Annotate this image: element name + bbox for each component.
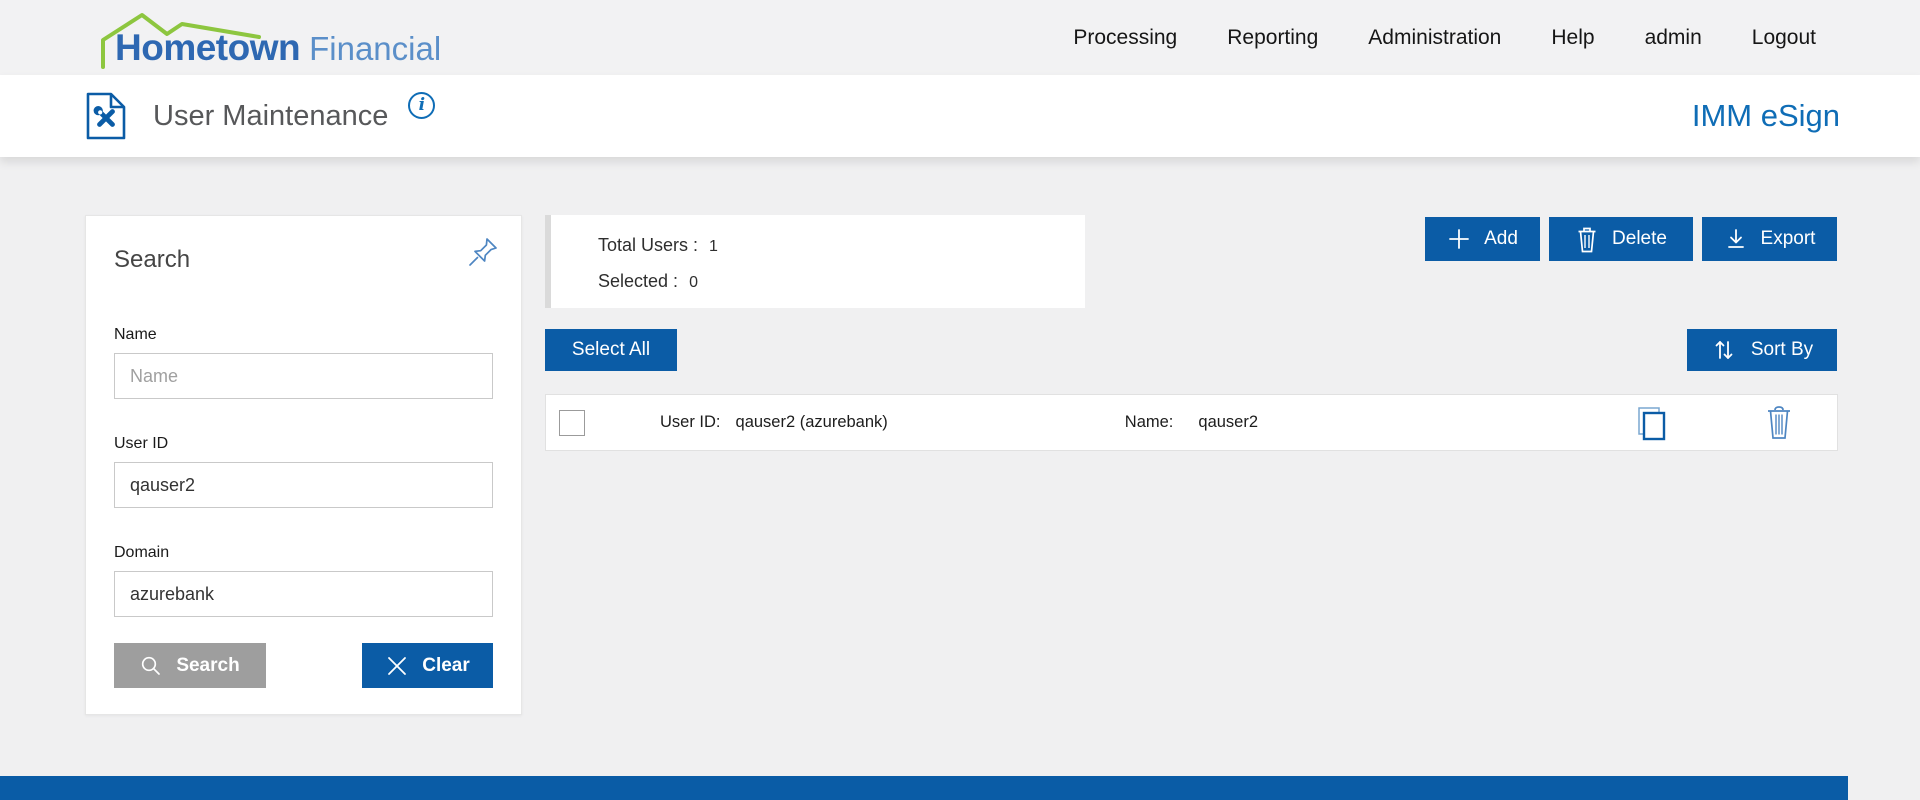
sort-by-label: Sort By — [1750, 339, 1814, 360]
user-maintenance-doc-tools-icon — [86, 92, 126, 140]
name-field-label: Name — [114, 326, 157, 343]
product-name: IMM eSign — [1691, 98, 1840, 133]
total-users-label: Total Users : — [598, 235, 699, 255]
nav-item-processing[interactable]: Processing — [1073, 26, 1177, 50]
selected-line: Selected : 0 — [598, 264, 1085, 300]
search-icon — [142, 656, 161, 675]
hometown-financial-logo[interactable]: Hometown Financial — [85, 3, 515, 73]
row-user-id-value: qauser2 (azurebank) — [735, 413, 888, 431]
search-panel: Search Name User ID Domain Search — [85, 215, 522, 715]
domain-field-label: Domain — [114, 544, 170, 561]
nav-item-logout[interactable]: Logout — [1752, 26, 1816, 50]
search-button-label: Search — [176, 654, 240, 676]
sort-by-button[interactable]: Sort By — [1687, 329, 1837, 371]
export-button[interactable]: Export — [1702, 217, 1837, 261]
row-name-value: qauser2 — [1198, 413, 1259, 431]
row-checkbox[interactable] — [559, 409, 585, 436]
page-header: User Maintenance i IMM eSign — [0, 75, 1920, 157]
copy-user-icon[interactable] — [1633, 404, 1669, 442]
summary-panel: Total Users : 1 Selected : 0 — [545, 215, 1085, 308]
nav-item-help[interactable]: Help — [1551, 26, 1594, 50]
logo-text-light: Financial — [309, 29, 442, 67]
sort-arrows-icon — [1715, 341, 1733, 359]
export-button-label: Export — [1760, 228, 1816, 249]
total-users-line: Total Users : 1 — [598, 228, 1085, 264]
trash-icon — [1578, 227, 1596, 252]
main-content: Search Name User ID Domain Search — [0, 157, 1920, 800]
select-all-button[interactable]: Select All — [545, 329, 677, 371]
delete-user-icon[interactable] — [1764, 404, 1794, 441]
clear-button[interactable]: Clear — [362, 643, 493, 688]
footer-bar — [0, 776, 1848, 800]
selected-label: Selected : — [598, 271, 679, 291]
domain-input[interactable] — [114, 571, 493, 617]
selected-value: 0 — [689, 274, 698, 291]
user-id-input[interactable] — [114, 462, 493, 508]
name-input[interactable] — [114, 353, 493, 399]
user-id-field-label: User ID — [114, 435, 169, 452]
user-list-row: User ID: qauser2 (azurebank) Name: qause… — [545, 394, 1838, 451]
logo-text-bold: Hometown — [115, 26, 301, 68]
top-nav-bar: Hometown Financial Processing Reporting A… — [0, 0, 1920, 75]
info-icon[interactable]: i — [408, 91, 436, 119]
download-icon — [1727, 229, 1744, 248]
row-name-label: Name: — [1124, 413, 1174, 431]
row-user-id-label: User ID: — [660, 413, 721, 431]
delete-button[interactable]: Delete — [1549, 217, 1693, 261]
logo-text: Hometown Financial — [115, 27, 441, 69]
page-title: User Maintenance — [153, 99, 389, 132]
pin-icon[interactable] — [465, 234, 501, 275]
add-button-label: Add — [1484, 228, 1518, 249]
delete-button-label: Delete — [1612, 228, 1667, 249]
nav-item-reporting[interactable]: Reporting — [1227, 26, 1318, 50]
add-button[interactable]: Add — [1425, 217, 1540, 261]
nav-item-administration[interactable]: Administration — [1368, 26, 1501, 50]
search-button[interactable]: Search — [114, 643, 266, 688]
user-actions-toolbar: Add Delete Export — [1425, 217, 1837, 261]
total-users-value: 1 — [709, 238, 718, 255]
close-icon — [388, 656, 407, 675]
nav-item-admin-user[interactable]: admin — [1645, 26, 1702, 50]
search-panel-title: Search — [114, 246, 191, 273]
clear-button-label: Clear — [422, 654, 470, 676]
select-all-label: Select All — [571, 339, 651, 360]
nav-menu: Processing Reporting Administration Help… — [1073, 26, 1816, 50]
plus-icon — [1449, 229, 1469, 249]
